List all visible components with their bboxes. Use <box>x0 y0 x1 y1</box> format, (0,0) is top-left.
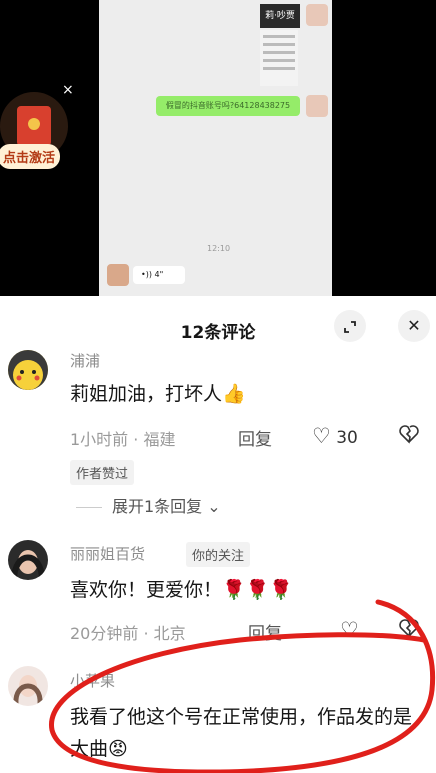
girl-avatar <box>8 666 48 706</box>
comment-author[interactable]: 小苹果 <box>70 670 115 691</box>
like-button[interactable]: ♡ 30 <box>312 424 358 448</box>
pikachu-avatar <box>8 350 48 390</box>
following-badge: 你的关注 <box>186 542 251 567</box>
comment-text: 喜欢你！更爱你！🌹🌹🌹 <box>70 579 293 601</box>
reply-button[interactable]: 回复 <box>248 619 282 644</box>
comment-text: 莉姐加油，打坏人👍 <box>70 383 246 405</box>
chat-bubble: 假冒的抖音账号吗?64128438275 <box>156 96 300 116</box>
comment-time-location: 1小时前 · 福建 <box>70 430 176 449</box>
author-liked-tag: 作者赞过 <box>70 460 135 485</box>
avatar[interactable] <box>8 540 48 580</box>
broken-heart-icon <box>399 425 419 444</box>
comments-sheet: 12条评论 ✕ 浦浦 莉姐加油，打坏人👍 1小时前 · 福建 回复 ♡ 30 作… <box>0 296 436 773</box>
reply-button[interactable]: 回复 <box>238 425 272 450</box>
voice-message[interactable]: •)) 4" <box>133 266 185 284</box>
collapse-icon <box>344 320 356 333</box>
dislike-button[interactable] <box>398 618 420 643</box>
chat-screenshot: 莉·吵贾 假冒的抖音账号吗?64128438275 12:10 •)) 4" <box>99 0 332 296</box>
dislike-button[interactable] <box>398 424 420 449</box>
voice-duration: 4" <box>154 270 164 279</box>
sent-document <box>260 30 298 86</box>
heart-icon: ♡ <box>340 618 359 642</box>
expand-label: 展开1条回复 <box>112 497 203 516</box>
chat-avatar <box>306 4 328 26</box>
avatar[interactable] <box>8 666 48 706</box>
chat-avatar <box>306 95 328 117</box>
woman-avatar <box>8 540 48 580</box>
close-icon: ✕ <box>407 316 421 335</box>
chevron-down-icon: ⌄ <box>207 497 221 516</box>
red-packet-label[interactable]: 点击激活 <box>0 144 61 169</box>
chat-avatar <box>107 264 129 286</box>
like-count: 30 <box>336 428 358 448</box>
like-button[interactable]: ♡ <box>340 618 359 642</box>
red-envelope-icon <box>17 106 51 146</box>
broken-heart-icon <box>399 619 419 638</box>
voice-icon: •)) <box>141 270 152 279</box>
chat-time: 12:10 <box>207 244 231 253</box>
video-background: 莉·吵贾 假冒的抖音账号吗?64128438275 12:10 •)) 4" 点… <box>0 0 436 296</box>
avatar[interactable] <box>8 350 48 390</box>
red-packet-widget[interactable]: 点击激活 <box>0 92 68 174</box>
comment-text: 我看了他这个号在正常使用，作品发的是大曲😡 <box>70 706 413 760</box>
close-icon[interactable]: × <box>62 82 74 98</box>
expand-replies[interactable]: 展开1条回复 ⌄ <box>76 493 221 517</box>
sheet-title: 12条评论 <box>180 323 256 343</box>
comment-author[interactable]: 浦浦 <box>70 350 100 371</box>
collapse-button[interactable] <box>334 310 366 342</box>
sent-image: 莉·吵贾 <box>260 4 300 28</box>
comment-time-location: 20分钟前 · 北京 <box>70 624 186 643</box>
heart-icon: ♡ <box>312 424 331 448</box>
comment-author[interactable]: 丽丽姐百货 <box>70 543 145 564</box>
close-button[interactable]: ✕ <box>398 310 430 342</box>
